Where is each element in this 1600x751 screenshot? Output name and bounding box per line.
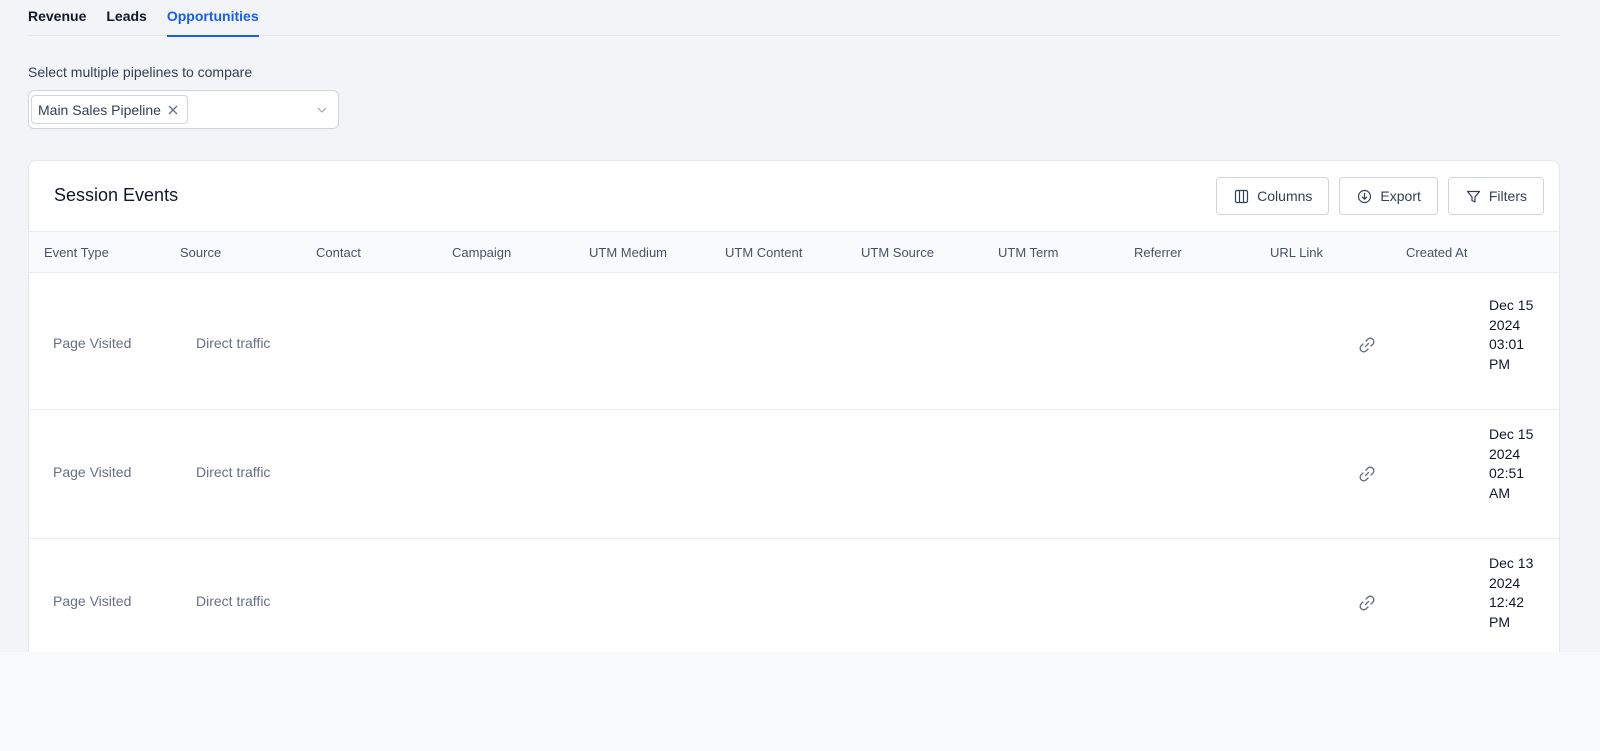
pipeline-selector-label: Select multiple pipelines to compare xyxy=(28,64,253,80)
session-events-card: Session Events Columns Export Filters Ev… xyxy=(28,160,1560,652)
columns-icon xyxy=(1234,189,1249,204)
columns-button[interactable]: Columns xyxy=(1216,177,1330,215)
column-header[interactable]: Created At xyxy=(1406,245,1467,260)
column-header[interactable]: UTM Medium xyxy=(589,245,667,260)
pipeline-chip: Main Sales Pipeline xyxy=(31,95,188,124)
column-header[interactable]: Event Type xyxy=(44,245,109,260)
main-content: Revenue Leads Opportunities Select multi… xyxy=(0,0,1600,652)
link-icon[interactable] xyxy=(1357,335,1377,355)
column-header[interactable]: Contact xyxy=(316,245,361,260)
table-row[interactable]: Page Visited Direct traffic Dec 13 2024 … xyxy=(29,539,1559,652)
column-header[interactable]: UTM Term xyxy=(998,245,1058,260)
tab-opportunities[interactable]: Opportunities xyxy=(166,0,259,37)
table-header: Event Type Source Contact Campaign UTM M… xyxy=(29,231,1559,273)
column-header[interactable]: Source xyxy=(180,245,221,260)
table-actions: Columns Export Filters xyxy=(1216,177,1544,215)
tab-revenue[interactable]: Revenue xyxy=(28,0,86,36)
source-cell: Direct traffic xyxy=(196,593,271,609)
columns-button-label: Columns xyxy=(1257,188,1313,204)
link-icon[interactable] xyxy=(1357,593,1377,613)
table-row[interactable]: Page Visited Direct traffic Dec 15 2024 … xyxy=(29,281,1559,410)
source-cell: Direct traffic xyxy=(196,464,271,480)
link-icon[interactable] xyxy=(1357,464,1377,484)
export-button[interactable]: Export xyxy=(1339,177,1438,215)
filters-button[interactable]: Filters xyxy=(1447,177,1544,215)
source-cell: Direct traffic xyxy=(196,335,271,351)
filter-icon xyxy=(1466,189,1481,204)
export-icon xyxy=(1357,189,1372,204)
report-tabs: Revenue Leads Opportunities xyxy=(28,0,1560,37)
export-button-label: Export xyxy=(1380,188,1421,204)
created-at-cell: Dec 15 2024 03:01 PM xyxy=(1489,297,1534,372)
event-type-cell: Page Visited xyxy=(53,593,132,609)
tab-leads[interactable]: Leads xyxy=(106,0,146,36)
card-title: Session Events xyxy=(54,185,179,205)
filters-button-label: Filters xyxy=(1488,188,1527,204)
event-type-cell: Page Visited xyxy=(53,464,132,480)
event-type-cell: Page Visited xyxy=(53,335,132,351)
created-at-cell: Dec 15 2024 02:51 AM xyxy=(1489,426,1534,501)
column-header[interactable]: Campaign xyxy=(452,245,511,260)
pipeline-multiselect[interactable]: Main Sales Pipeline xyxy=(28,90,339,129)
column-header[interactable]: UTM Content xyxy=(725,245,802,260)
column-header[interactable]: Referrer xyxy=(1134,245,1182,260)
column-header[interactable]: UTM Source xyxy=(861,245,934,260)
chevron-down-icon[interactable] xyxy=(316,104,328,116)
table-row[interactable]: Page Visited Direct traffic Dec 15 2024 … xyxy=(29,410,1559,539)
column-header[interactable]: URL Link xyxy=(1270,245,1323,260)
close-icon[interactable] xyxy=(167,104,179,116)
created-at-cell: Dec 13 2024 12:42 PM xyxy=(1489,555,1534,630)
pipeline-chip-label: Main Sales Pipeline xyxy=(38,101,161,118)
